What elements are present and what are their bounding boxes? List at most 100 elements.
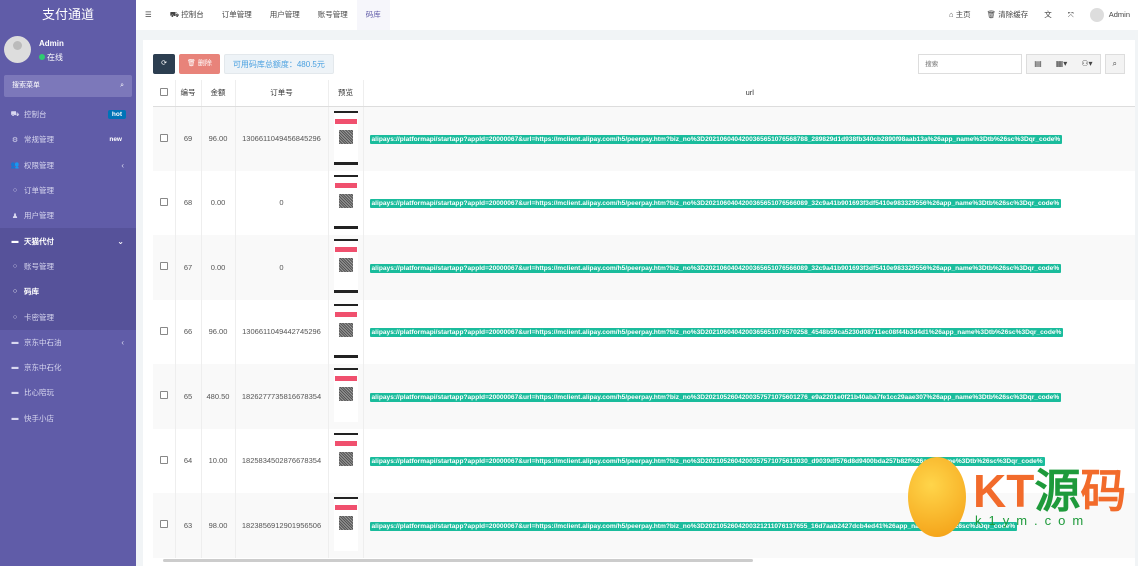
menu-search[interactable]: 搜索菜单 ⌕ — [4, 75, 132, 97]
trash-icon: 🗑 — [986, 10, 997, 19]
cell-amount: 98.00 — [201, 493, 236, 558]
row-checkbox[interactable] — [153, 428, 176, 493]
sidebar-item[interactable]: ▬ 比心陪玩 — [0, 380, 136, 405]
qr-preview-image[interactable] — [333, 368, 358, 423]
menu-badge: hot — [107, 110, 126, 120]
list-icon: ▬ — [11, 338, 19, 346]
topbar: ☰ ⛟ 控制台 订单管理 用户管理 账号管理 码库 ⌂ 主页 🗑 清除缓存 文 … — [136, 0, 1138, 30]
cell-preview[interactable] — [328, 493, 364, 558]
cell-preview[interactable] — [328, 299, 364, 364]
sidebar-item[interactable]: ▬ 京东中石化 — [0, 355, 136, 380]
sidebar-item[interactable]: ♟ 用户管理 — [0, 203, 136, 228]
row-checkbox[interactable] — [153, 170, 176, 235]
cell-amount: 0.00 — [201, 170, 236, 235]
qr-preview-image[interactable] — [333, 432, 358, 487]
col-order[interactable]: 订单号 — [235, 80, 329, 107]
tab-code-library[interactable]: 码库 — [356, 0, 390, 30]
menu-toggle-icon[interactable]: ☰ — [136, 0, 161, 30]
cell-order: 1306611049456845296 — [235, 106, 329, 171]
col-id[interactable]: 编号 — [175, 80, 202, 107]
table-row: 66 96.00 1306611049442745296 alipays://p… — [153, 299, 1135, 364]
cell-url: alipays://platformapi/startapp?appId=200… — [363, 235, 1135, 300]
group-icon: 👥 — [10, 162, 20, 170]
sidebar-item[interactable]: ○ 订单管理 — [0, 178, 136, 203]
sidebar-item[interactable]: 👥 权限管理 ‹ — [0, 153, 136, 178]
row-checkbox[interactable] — [153, 364, 176, 429]
select-all-checkbox[interactable] — [153, 80, 176, 107]
user-name: Admin — [39, 39, 64, 48]
avatar — [4, 36, 31, 63]
user-panel: Admin 在线 — [0, 30, 136, 72]
cell-preview[interactable] — [328, 364, 364, 429]
sidebar-item[interactable]: ○ 卡密管理 — [0, 304, 136, 330]
qr-preview-image[interactable] — [333, 497, 358, 552]
online-dot-icon — [39, 54, 45, 60]
cell-preview[interactable] — [328, 170, 364, 235]
cell-amount: 10.00 — [201, 428, 236, 493]
tab-orders[interactable]: 订单管理 — [213, 0, 261, 30]
cell-order: 0 — [235, 170, 329, 235]
cell-order: 1823856912901956506 — [235, 493, 329, 558]
refresh-button[interactable]: ⟳ — [153, 54, 175, 74]
sidebar-item[interactable]: ⛟ 控制台 hot — [0, 102, 136, 127]
sidebar-item[interactable]: ▬ 京东中石油 ‹ — [0, 330, 136, 355]
qr-preview-image[interactable] — [333, 174, 358, 229]
cell-url: alipays://platformapi/startapp?appId=200… — [363, 299, 1135, 364]
delete-button[interactable]: 🗑 删除 — [179, 54, 220, 74]
cell-amount: 96.00 — [201, 299, 236, 364]
table-row: 69 96.00 1306611049456845296 alipays://p… — [153, 106, 1135, 171]
cell-order: 0 — [235, 235, 329, 300]
url-label: alipays://platformapi/startapp?appId=200… — [369, 392, 1062, 402]
horizontal-scrollbar[interactable] — [163, 559, 753, 562]
sidebar-item[interactable]: ⚙ 常规管理 new — [0, 127, 136, 152]
row-checkbox[interactable] — [153, 106, 176, 171]
fullscreen-icon[interactable]: ⤧ — [1060, 0, 1082, 30]
row-checkbox[interactable] — [153, 299, 176, 364]
sidebar-item[interactable]: ▬ 快手小店 — [0, 406, 136, 431]
export-dropdown[interactable]: ⚇▾ — [1074, 55, 1099, 73]
cell-id: 69 — [175, 106, 202, 171]
cell-url: alipays://platformapi/startapp?appId=200… — [363, 428, 1135, 493]
tab-dashboard[interactable]: ⛟ 控制台 — [161, 0, 213, 30]
list-icon: ▬ — [11, 237, 19, 245]
url-label: alipays://platformapi/startapp?appId=200… — [369, 263, 1062, 273]
user-menu[interactable]: Admin — [1082, 0, 1138, 30]
list-icon: ▬ — [11, 389, 19, 397]
toggle-view-icon[interactable]: ▤ — [1027, 55, 1049, 73]
tab-users[interactable]: 用户管理 — [261, 0, 309, 30]
sidebar-item[interactable]: ○ 账号管理 — [0, 253, 136, 280]
qr-preview-image[interactable] — [333, 303, 358, 358]
table-row: 67 0.00 0 alipays://platformapi/startapp… — [153, 235, 1135, 300]
qr-preview-image[interactable] — [333, 110, 358, 165]
cell-preview[interactable] — [328, 106, 364, 171]
cell-preview[interactable] — [328, 428, 364, 493]
search-button[interactable]: ⌕ — [1104, 54, 1125, 74]
home-link[interactable]: ⌂ 主页 — [941, 0, 979, 30]
search-input[interactable] — [918, 54, 1023, 74]
col-url[interactable]: url — [363, 80, 1135, 107]
list-icon: ▬ — [11, 414, 19, 422]
chevron-icon: ‹ — [121, 160, 124, 170]
tab-accounts[interactable]: 账号管理 — [309, 0, 357, 30]
language-icon[interactable]: 文 — [1036, 0, 1060, 30]
app-title: 支付通道 — [41, 7, 94, 22]
home-icon: ⌂ — [948, 10, 954, 19]
cell-id: 68 — [175, 170, 202, 235]
sidebar-item[interactable]: ○ 码库 — [0, 279, 136, 305]
col-preview: 预览 — [328, 80, 364, 107]
url-label: alipays://platformapi/startapp?appId=200… — [369, 521, 1018, 531]
cell-id: 65 — [175, 364, 202, 429]
cell-order: 1825834502876678354 — [235, 428, 329, 493]
col-amount[interactable]: 金额 — [201, 80, 236, 107]
row-checkbox[interactable] — [153, 493, 176, 558]
menu-badge: new — [109, 136, 122, 144]
url-label: alipays://platformapi/startapp?appId=200… — [369, 328, 1064, 338]
sidebar-item[interactable]: ▬ 天猫代付 ⌄ — [0, 228, 136, 254]
cell-preview[interactable] — [328, 235, 364, 300]
qr-preview-image[interactable] — [333, 239, 358, 294]
clear-cache-button[interactable]: 🗑 清除缓存 — [979, 0, 1037, 30]
content-card: ⟳ 🗑 删除 可用码库总额度：480.5元 ▤▦▾⚇▾ ⌕ 编号 金额 订单号 … — [143, 40, 1135, 566]
cell-amount: 0.00 — [201, 235, 236, 300]
row-checkbox[interactable] — [153, 235, 176, 300]
columns-dropdown[interactable]: ▦▾ — [1049, 55, 1075, 73]
